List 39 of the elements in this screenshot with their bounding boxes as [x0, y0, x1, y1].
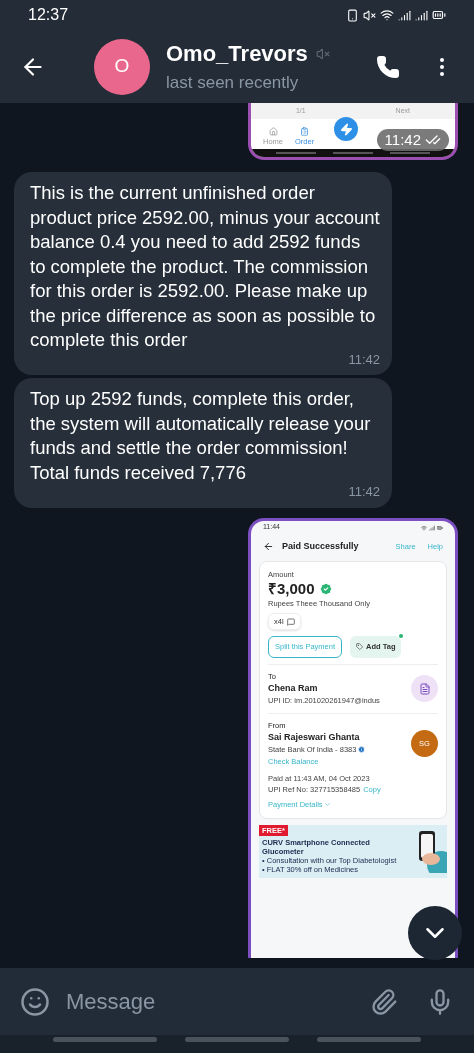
screenshot-image[interactable]: [248, 517, 458, 958]
message-icon: [286, 617, 295, 626]
message-text: Top up 2592 funds, complete this order, the system will automatically release your funds and settle the order commission! Total funds received 7,776: [30, 387, 372, 485]
muted-icon: [363, 8, 376, 22]
avatar[interactable]: O: [94, 38, 150, 95]
message-text: This is the current unfinished order product price 2592.00, minus your account balance 0.4 you need to add 2592 funds to complete the product. The commission for this order is 2592.00. Please make up the price difference as soon as possible to complete this order: [30, 181, 380, 352]
lightning-icon: [339, 122, 353, 136]
emoji-icon[interactable]: [20, 986, 50, 1017]
contact-name: Omo_Trevors: [166, 40, 308, 69]
payee-name: Chena Ram: [268, 681, 319, 695]
signal-icon: [398, 8, 411, 22]
home-icon: [268, 126, 278, 136]
time-pill: 11:42: [376, 129, 449, 151]
signal-icon: [415, 8, 428, 22]
lightning-button[interactable]: [334, 117, 359, 141]
attach-icon[interactable]: [370, 987, 398, 1016]
wifi-icon: [421, 524, 427, 531]
last-seen: last seen recently: [166, 72, 300, 95]
tag-icon: [356, 643, 364, 651]
payer-name: Sai Rajeswari Ghanta: [268, 730, 361, 744]
clipboard-icon: [300, 126, 310, 136]
back-icon[interactable]: [263, 541, 274, 552]
chevron-down-icon: [323, 801, 331, 809]
clock: 12:37: [28, 5, 69, 25]
message-input[interactable]: Message: [66, 985, 370, 1018]
message-time: 11:42: [348, 350, 380, 369]
bank-icon: [358, 746, 366, 754]
screen-title: Paid Successfully: [282, 539, 360, 553]
message-time: 11:42: [348, 483, 380, 501]
signal-icon: [429, 524, 435, 531]
document-icon: [418, 682, 431, 695]
phone-icon: [346, 8, 359, 22]
verified-icon: [318, 581, 333, 596]
battery-icon: [437, 524, 443, 531]
call-icon[interactable]: [376, 54, 400, 79]
wifi-icon: [380, 8, 394, 22]
battery-icon: [432, 8, 446, 22]
amount: ₹3,000: [268, 579, 315, 598]
message-field[interactable]: Message: [0, 968, 474, 1035]
